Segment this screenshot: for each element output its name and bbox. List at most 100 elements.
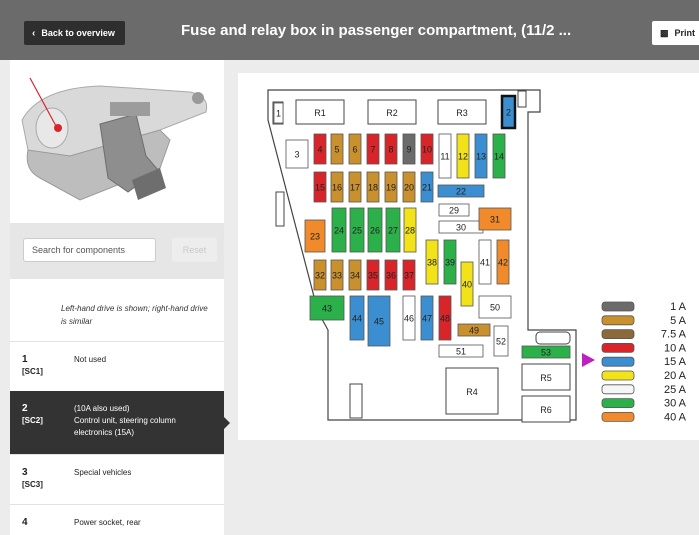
fuse-43[interactable]: 43 [309, 295, 345, 321]
fuse-42[interactable]: 42 [496, 239, 510, 285]
relay-label: R3 [456, 108, 468, 118]
list-item[interactable]: 3 [SC3] Special vehicles [10, 454, 224, 505]
fuse-24[interactable]: 24 [331, 207, 347, 253]
legend-label: 1 A [670, 301, 687, 313]
fuse-label: 34 [350, 271, 360, 281]
legend-label: 15 A [664, 356, 687, 368]
legend-item: 7.5 A [601, 329, 687, 341]
item-code: [SC3] [22, 480, 43, 489]
list-item[interactable]: 1 [SC1] Not used [10, 341, 224, 392]
diagram-panel: R1 R2 R3 R4 R5 R6 1 2 3 4 5 6 7 8 9 10 11 12 13 14 15 16 17 18… [238, 73, 699, 440]
fuse-35[interactable]: 35 [366, 259, 380, 291]
relay-r6[interactable]: R6 [521, 395, 571, 423]
fuse-27[interactable]: 27 [385, 207, 401, 253]
item-number: 2 [22, 403, 28, 414]
fuse-14[interactable]: 14 [492, 133, 506, 179]
fuse-18[interactable]: 18 [366, 171, 380, 203]
legend-label: 20 A [664, 370, 687, 382]
fuse-5[interactable]: 5 [330, 133, 344, 165]
back-label: Back to overview [41, 28, 115, 38]
fuse-label: 35 [368, 271, 378, 281]
fuse-53[interactable]: 53 [521, 345, 571, 359]
fuse-10[interactable]: 10 [420, 133, 434, 165]
fuse-23[interactable]: 23 [304, 219, 326, 253]
fuse-39[interactable]: 39 [443, 239, 457, 285]
fuse-22[interactable]: 22 [437, 184, 485, 198]
relay-r2[interactable]: R2 [367, 99, 417, 125]
fuse-44[interactable]: 44 [349, 295, 365, 341]
fuse-6[interactable]: 6 [348, 133, 362, 165]
fuse-15[interactable]: 15 [313, 171, 327, 203]
relay-r4[interactable]: R4 [445, 367, 499, 415]
print-button[interactable]: ▩ Print [652, 21, 699, 45]
fuse-47[interactable]: 47 [420, 295, 434, 341]
fuse-11[interactable]: 11 [438, 133, 452, 179]
fuse-31[interactable]: 31 [478, 207, 512, 231]
legend-label: 25 A [664, 384, 687, 396]
reset-button[interactable]: Reset [172, 238, 217, 262]
fuse-50[interactable]: 50 [478, 295, 512, 319]
fuse-19[interactable]: 19 [384, 171, 398, 203]
relay-r1[interactable]: R1 [295, 99, 345, 125]
fuse-label: 39 [445, 258, 455, 268]
fuse-label: 16 [332, 183, 342, 193]
fuse-29[interactable]: 29 [438, 203, 470, 217]
fuse-26[interactable]: 26 [367, 207, 383, 253]
relay-label: R6 [540, 405, 552, 415]
fuse-9[interactable]: 9 [402, 133, 416, 165]
fuse-34[interactable]: 34 [348, 259, 362, 291]
fuse-label: 6 [352, 145, 357, 155]
fuse-48[interactable]: 48 [438, 295, 452, 341]
fuse-label: 22 [456, 187, 466, 197]
legend-label: 40 A [664, 411, 687, 423]
fuse-32[interactable]: 32 [313, 259, 327, 291]
item-description: Not used [74, 355, 107, 364]
print-label: Print [674, 28, 696, 38]
fuse-17[interactable]: 17 [348, 171, 362, 203]
fuse-20[interactable]: 20 [402, 171, 416, 203]
fuse-30[interactable]: 30 [438, 220, 484, 234]
fuse-45[interactable]: 45 [367, 295, 391, 347]
box-tab [517, 90, 527, 108]
fuse-36[interactable]: 36 [384, 259, 398, 291]
list-item-selected[interactable]: 2 [SC2] (10A also used) Control unit, st… [10, 391, 230, 454]
fuse-37[interactable]: 37 [402, 259, 416, 291]
back-to-overview-button[interactable]: ‹ Back to overview [24, 21, 125, 45]
fuse-label: 49 [469, 326, 479, 336]
fuse-8[interactable]: 8 [384, 133, 398, 165]
fuse-label: 8 [388, 145, 393, 155]
search-input[interactable] [23, 238, 156, 262]
fuse-40[interactable]: 40 [460, 261, 474, 307]
fuse-label: 1 [276, 109, 281, 119]
fuse-label: 24 [334, 226, 344, 236]
fuse-label: 14 [494, 152, 504, 162]
fuse-51[interactable]: 51 [438, 344, 484, 358]
fuse-1[interactable]: 1 [273, 102, 284, 124]
fuse-25[interactable]: 25 [349, 207, 365, 253]
fuse-16[interactable]: 16 [330, 171, 344, 203]
fuse-49[interactable]: 49 [457, 323, 491, 337]
fuse-21[interactable]: 21 [420, 171, 434, 203]
fuse-3[interactable]: 3 [285, 139, 309, 169]
fuse-52[interactable]: 52 [493, 325, 509, 357]
fuse-33[interactable]: 33 [330, 259, 344, 291]
fuse-2[interactable]: 2 [500, 94, 517, 130]
fuse-12[interactable]: 12 [456, 133, 470, 179]
fuse-46[interactable]: 46 [402, 295, 416, 341]
list-item[interactable]: 4 Power socket, rear [10, 504, 224, 535]
fuse-label: 28 [405, 226, 415, 236]
fuse-28[interactable]: 28 [403, 207, 417, 253]
fuse-13[interactable]: 13 [474, 133, 488, 179]
fuse-label: 53 [541, 348, 551, 358]
fuse-41[interactable]: 41 [478, 239, 492, 285]
fuse-38[interactable]: 38 [425, 239, 439, 285]
fuse-label: 5 [334, 145, 339, 155]
relay-r5[interactable]: R5 [521, 363, 571, 391]
fuse-7[interactable]: 7 [366, 133, 380, 165]
fuse-4[interactable]: 4 [313, 133, 327, 165]
fuse-label: 12 [458, 152, 468, 162]
legend-item: 15 A [601, 356, 687, 368]
vehicle-location-thumbnail [10, 60, 224, 223]
page-title: Fuse and relay box in passenger compartm… [181, 22, 572, 39]
relay-r3[interactable]: R3 [437, 99, 487, 125]
